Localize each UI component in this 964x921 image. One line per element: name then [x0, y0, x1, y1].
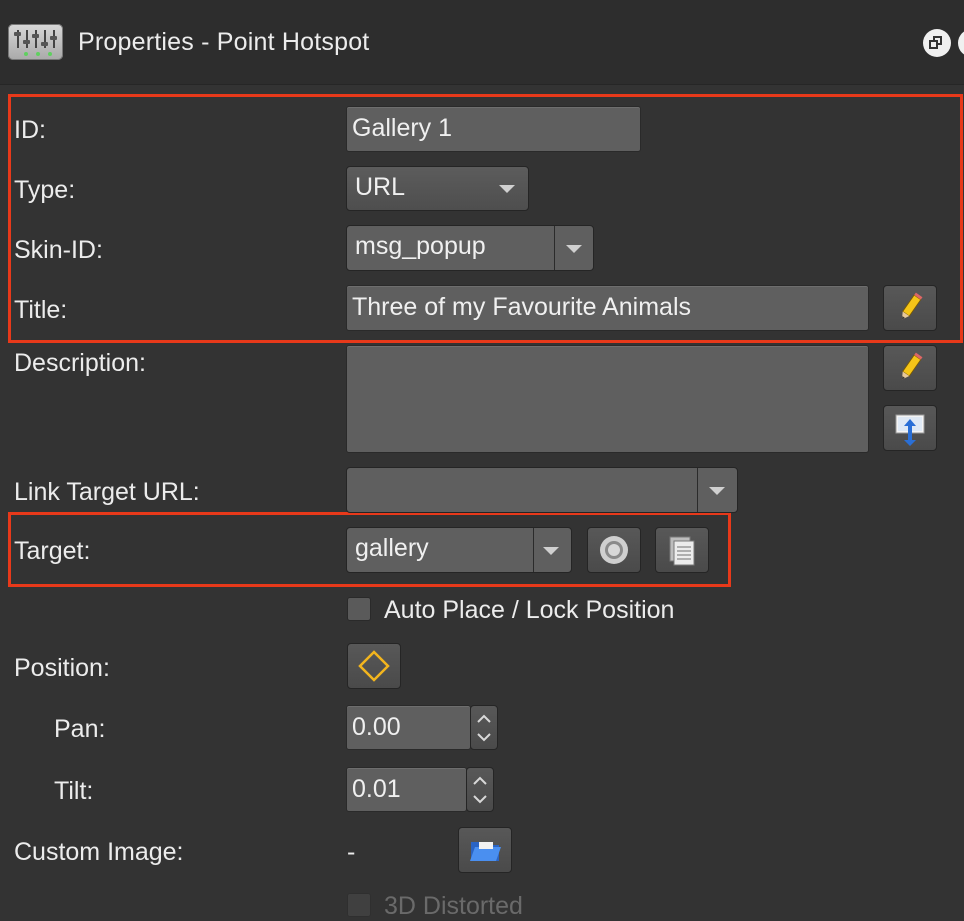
- open-custom-image-button[interactable]: [458, 827, 512, 873]
- custom-image-value: -: [347, 838, 356, 866]
- target-value: gallery: [355, 534, 429, 562]
- link-target-url-combobox[interactable]: [346, 467, 738, 513]
- import-icon: [895, 414, 925, 446]
- position-label: Position:: [14, 654, 110, 682]
- copy-icon: [669, 536, 695, 566]
- diamond-position-icon: [358, 650, 390, 682]
- folder-open-icon: [470, 842, 501, 861]
- auto-place-checkbox[interactable]: [347, 597, 371, 621]
- edit-description-button[interactable]: [883, 345, 937, 391]
- custom-image-label: Custom Image:: [14, 838, 184, 866]
- type-value: URL: [355, 173, 406, 201]
- target-combobox[interactable]: gallery: [346, 527, 572, 573]
- panel-title: Properties - Point Hotspot: [78, 28, 370, 56]
- target-pick-icon: [600, 536, 628, 564]
- distorted-checkbox[interactable]: [347, 893, 371, 917]
- type-label: Type:: [14, 176, 76, 204]
- pan-field[interactable]: 0.00: [346, 705, 471, 750]
- tilt-field[interactable]: 0.01: [346, 767, 467, 812]
- tilt-stepper[interactable]: [466, 767, 494, 812]
- chevron-down-icon: [499, 185, 515, 193]
- position-button[interactable]: [347, 643, 401, 689]
- edit-title-button[interactable]: [883, 285, 937, 331]
- title-label: Title:: [14, 296, 68, 324]
- skin-id-value: msg_popup: [355, 232, 486, 260]
- app-properties-icon: [8, 24, 63, 60]
- description-label: Description:: [14, 349, 146, 377]
- pan-stepper[interactable]: [470, 705, 498, 750]
- id-label: ID:: [14, 116, 46, 144]
- chevron-down-icon: [566, 245, 582, 253]
- import-description-button[interactable]: [883, 405, 937, 451]
- type-dropdown[interactable]: URL: [346, 166, 529, 211]
- skin-id-combobox[interactable]: msg_popup: [346, 225, 594, 271]
- copy-target-button[interactable]: [655, 527, 709, 573]
- link-target-url-label: Link Target URL:: [14, 478, 200, 506]
- pencil-icon: [901, 352, 923, 380]
- chevron-down-icon: [709, 487, 725, 495]
- pick-target-button[interactable]: [587, 527, 641, 573]
- tilt-label: Tilt:: [54, 777, 94, 805]
- auto-place-label: Auto Place / Lock Position: [384, 596, 675, 624]
- pencil-icon: [901, 292, 923, 320]
- skin-id-label: Skin-ID:: [14, 236, 103, 264]
- target-label: Target:: [14, 537, 91, 565]
- title-field[interactable]: Three of my Favourite Animals: [346, 285, 869, 331]
- distorted-label: 3D Distorted: [384, 892, 523, 920]
- pan-label: Pan:: [54, 715, 106, 743]
- id-field[interactable]: Gallery 1: [346, 106, 641, 152]
- description-field[interactable]: [346, 345, 869, 453]
- float-window-icon[interactable]: [923, 29, 951, 57]
- chevron-down-icon: [543, 547, 559, 555]
